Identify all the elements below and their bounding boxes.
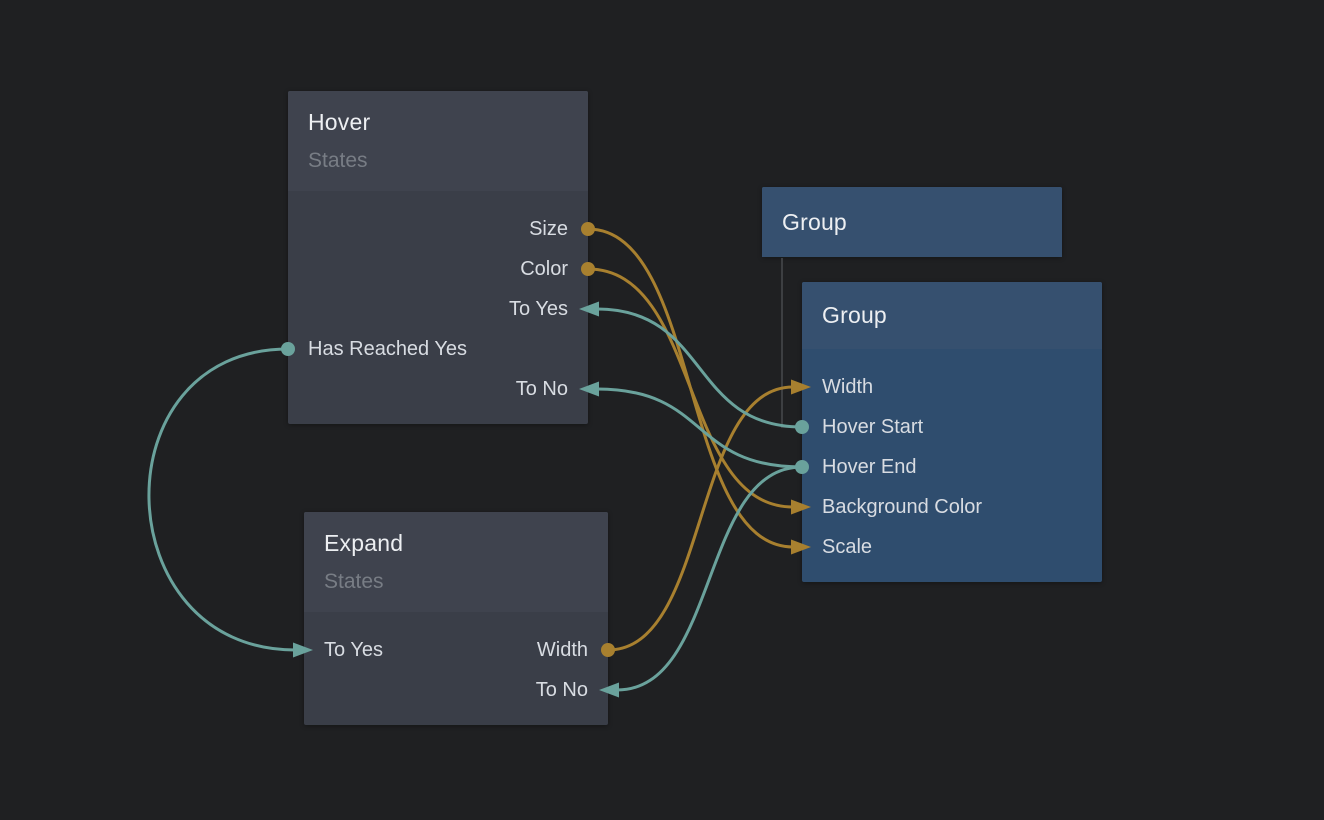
wire-group-hover-end-to-hover-to-no[interactable] bbox=[597, 389, 802, 467]
node-group[interactable]: Group Width Hover Start Hover End Background… bbox=[802, 282, 1102, 582]
port-label-hover-end: Hover End bbox=[822, 452, 917, 482]
wire-hover-color-to-group-background-color[interactable] bbox=[588, 269, 793, 507]
port-label-color: Color bbox=[520, 254, 568, 284]
node-subtitle: States bbox=[324, 570, 588, 594]
node-header[interactable]: Hover States bbox=[288, 91, 588, 191]
port-label-background-color: Background Color bbox=[822, 492, 982, 522]
node-title: Expand bbox=[324, 530, 588, 557]
wire-hover-size-to-group-scale[interactable] bbox=[588, 229, 793, 547]
wire-layer bbox=[0, 0, 1324, 820]
editor-canvas[interactable]: Hover States Size Color To Yes Has Reached Ye… bbox=[0, 0, 1324, 820]
node-title: Group bbox=[822, 302, 1082, 329]
wire-group-hover-start-to-hover-to-yes[interactable] bbox=[597, 309, 802, 427]
node-title: Hover bbox=[308, 109, 568, 136]
node-subtitle: States bbox=[308, 149, 568, 173]
port-label-to-yes: To Yes bbox=[324, 635, 383, 665]
node-hover[interactable]: Hover States Size Color To Yes Has Reached Ye… bbox=[288, 91, 588, 424]
node-title: Group bbox=[782, 209, 1042, 236]
port-label-width: Width bbox=[537, 635, 588, 665]
wire-group-hover-end-to-expand-to-no[interactable] bbox=[617, 467, 802, 690]
wire-hover-has-reached-yes-to-expand-to-yes[interactable] bbox=[149, 349, 295, 650]
port-label-has-reached-yes: Has Reached Yes bbox=[308, 334, 467, 364]
wire-expand-width-to-group-width[interactable] bbox=[608, 387, 793, 650]
node-expand[interactable]: Expand States To Yes Width To No bbox=[304, 512, 608, 725]
port-label-to-no: To No bbox=[536, 675, 588, 705]
port-label-width: Width bbox=[822, 372, 873, 402]
node-header[interactable]: Group bbox=[762, 187, 1062, 257]
port-label-scale: Scale bbox=[822, 532, 872, 562]
port-label-size: Size bbox=[529, 214, 568, 244]
group-hierarchy-line bbox=[782, 258, 795, 427]
node-header[interactable]: Expand States bbox=[304, 512, 608, 612]
port-label-hover-start: Hover Start bbox=[822, 412, 923, 442]
node-group-parent[interactable]: Group bbox=[762, 187, 1062, 257]
node-header[interactable]: Group bbox=[802, 282, 1102, 349]
port-label-to-yes: To Yes bbox=[509, 294, 568, 324]
port-label-to-no: To No bbox=[516, 374, 568, 404]
